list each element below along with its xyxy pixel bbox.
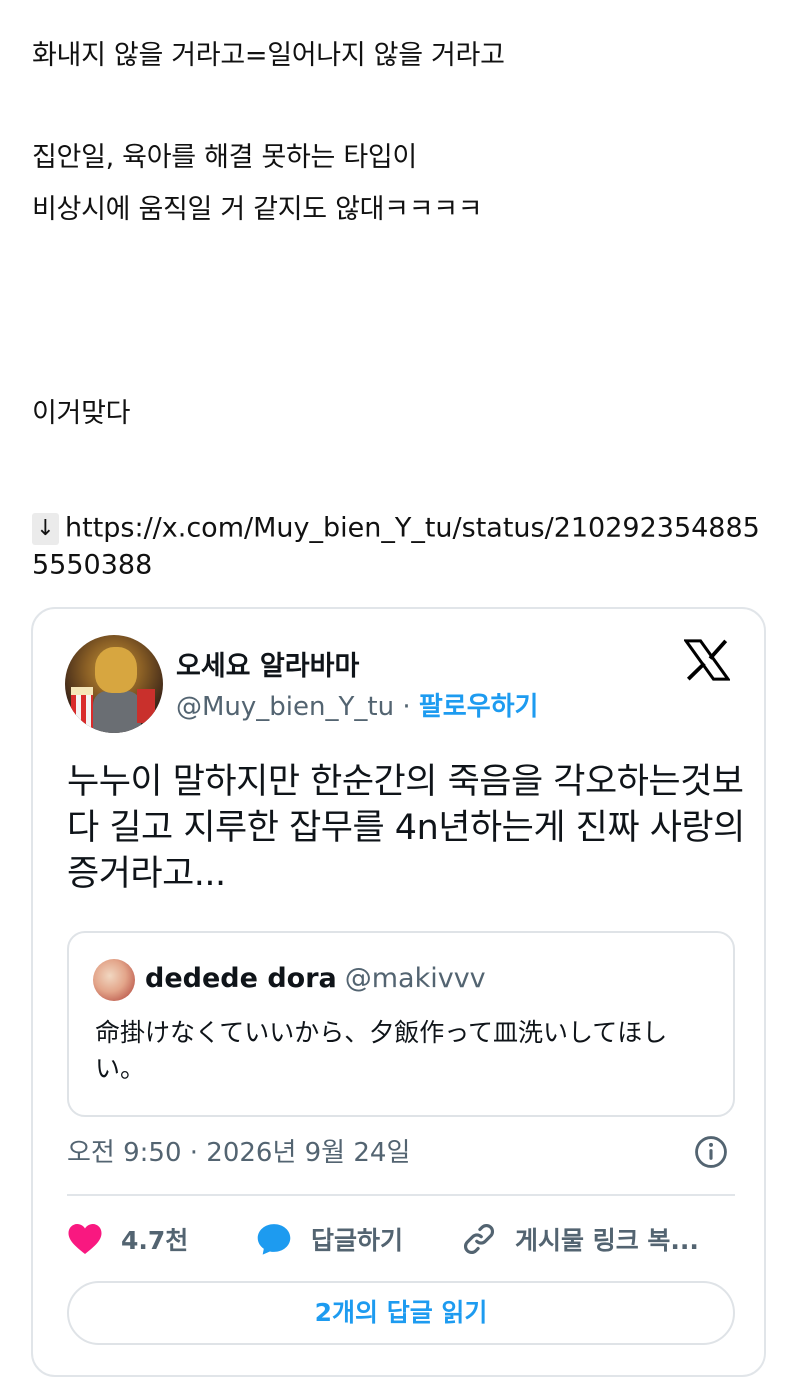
quoted-author-avatar[interactable] (93, 959, 135, 1001)
avatar-figure-head (95, 647, 137, 693)
like-button[interactable]: 4.7천 (67, 1219, 188, 1259)
author-display-name[interactable]: 오세요 알라바마 (176, 649, 359, 685)
follow-button[interactable]: 팔로우하기 (419, 692, 539, 722)
post-line-4: 이거맞다 (32, 398, 131, 429)
avatar-popcorn (71, 687, 93, 731)
copy-link-label: 게시물 링크 복... (515, 1226, 699, 1255)
post-line-2: 집안일, 육아를 해결 못하는 타입이 (32, 142, 417, 173)
card-divider (67, 1194, 735, 1196)
like-count: 4.7천 (121, 1226, 189, 1255)
reply-button[interactable]: 답글하기 (255, 1219, 403, 1259)
info-icon[interactable] (694, 1135, 728, 1169)
link-row: ↓ https://x.com/Muy_bien_Y_tu/status/2102… (32, 510, 768, 583)
post-line-3: 비상시에 움직일 거 같지도 않대ㅋㅋㅋㅋ (32, 194, 483, 225)
quoted-tweet-text: 命掛けなくていいから、夕飯作って皿洗いしてほしい。 (95, 1018, 668, 1083)
quoted-tweet-card[interactable]: dedede dora @makivvv 命掛けなくていいから、夕飯作って皿洗いし… (67, 931, 735, 1117)
status-link[interactable]: https://x.com/Muy_bien_Y_tu/status/21029… (32, 513, 760, 581)
handle-separator: · (402, 692, 411, 722)
tweet-actions: 4.7천 답글하기 게시물 링크 복... (67, 1219, 747, 1259)
reply-label: 답글하기 (311, 1226, 404, 1255)
author-handle[interactable]: @Muy_bien_Y_tu (176, 692, 394, 722)
down-arrow-icon: ↓ (32, 512, 59, 545)
avatar-figure-body (93, 691, 141, 733)
heart-icon (68, 1224, 102, 1254)
link-icon (464, 1224, 494, 1254)
tweet-timestamp[interactable]: 오전 9:50 · 2026년 9월 24일 (67, 1135, 410, 1171)
author-avatar[interactable] (65, 635, 163, 733)
post-line-1: 화내지 않을 거라고=일어나지 않을 거라고 (32, 40, 505, 71)
quoted-author-handle[interactable]: @makivvv (345, 963, 486, 994)
read-replies-button[interactable]: 2개의 답글 읽기 (67, 1281, 735, 1345)
x-logo-icon[interactable] (684, 639, 730, 681)
copy-link-button[interactable]: 게시물 링크 복... (461, 1219, 699, 1259)
quoted-author-row: dedede dora @makivvv (145, 959, 486, 999)
reply-bubble-icon (257, 1224, 291, 1255)
quoted-author-name[interactable]: dedede dora (145, 963, 337, 994)
tweet-body-text: 누누이 말하지만 한순간의 죽음을 각오하는것보다 길고 지루한 잡무를 4n년… (67, 762, 745, 894)
author-handle-row: @Muy_bien_Y_tu · 팔로우하기 (176, 689, 538, 725)
embedded-tweet-card[interactable]: 오세요 알라바마 @Muy_bien_Y_tu · 팔로우하기 누누이 말하지만… (31, 607, 766, 1377)
avatar-cup (137, 689, 155, 723)
